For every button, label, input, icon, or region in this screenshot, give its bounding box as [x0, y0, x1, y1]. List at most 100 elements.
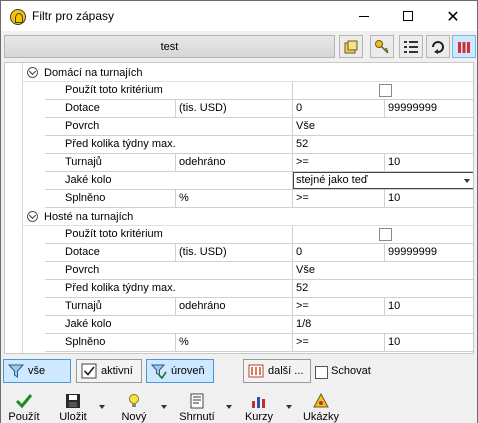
row-unit: (tis. USD): [176, 244, 293, 261]
close-button[interactable]: ✕: [430, 1, 476, 31]
rates-label: Kurzy: [244, 411, 274, 423]
summary-button[interactable]: Shrnutí: [177, 391, 217, 423]
examples-icon: [313, 393, 329, 408]
level-button[interactable]: úroveň: [146, 359, 214, 383]
minimize-button[interactable]: [341, 1, 387, 31]
level-label: úroveň: [171, 365, 205, 377]
value-field[interactable]: 10: [385, 334, 473, 351]
operator-field[interactable]: >=: [293, 298, 385, 315]
operator-field[interactable]: >=: [293, 334, 385, 351]
table-row: Povrch Vše: [45, 118, 473, 136]
row-unit: %: [176, 334, 293, 351]
check-icon: [81, 363, 97, 379]
use-criterion-checkbox[interactable]: [379, 228, 392, 241]
new-label: Nový: [121, 411, 147, 423]
criteria-grid: Domácí na turnajích Použít toto kritériu…: [4, 62, 474, 354]
chevron-down-icon[interactable]: [464, 179, 470, 183]
more-button[interactable]: další ...: [243, 359, 311, 383]
table-row: Dotace (tis. USD) 0 99999999: [45, 244, 473, 262]
section-title: Hosté na turnajích: [44, 210, 134, 223]
key-button[interactable]: [370, 35, 394, 58]
surface-field[interactable]: Vše: [293, 262, 473, 279]
active-label: aktivní: [101, 365, 133, 377]
filter-bar: vše aktivní úroveň další ...: [1, 357, 477, 385]
surface-field[interactable]: Vše: [293, 118, 473, 135]
chart-view-button[interactable]: [452, 35, 476, 58]
rates-dropdown-icon[interactable]: [286, 405, 292, 409]
save-dropdown-icon[interactable]: [99, 405, 105, 409]
new-dropdown-icon[interactable]: [161, 405, 167, 409]
save-button[interactable]: Uložit: [56, 391, 90, 423]
table-row: Turnajů odehráno >= 10: [45, 154, 473, 172]
key-icon: [375, 39, 389, 54]
value-from-field[interactable]: 0: [293, 244, 385, 261]
collapse-icon[interactable]: [27, 211, 38, 222]
maximize-icon: [403, 11, 413, 21]
row-label: Splněno: [45, 190, 176, 207]
operator-field[interactable]: >=: [293, 154, 385, 171]
summary-label: Shrnutí: [179, 411, 215, 423]
weeks-field[interactable]: 52: [293, 280, 473, 297]
row-label: Dotace: [45, 100, 176, 117]
table-row: Jaké kolo stejné jako teď: [45, 172, 473, 190]
columns-icon: [248, 364, 264, 378]
collapse-icon[interactable]: [27, 67, 38, 78]
summary-icon: [190, 393, 204, 409]
bottom-toolbar: Použít Uložit Nový Shrnutí Kurzy Ukázky: [1, 391, 477, 423]
examples-label: Ukázky: [302, 411, 340, 423]
table-row: Před kolika týdny max. 52: [45, 136, 473, 154]
filter-name-button[interactable]: test: [4, 35, 335, 58]
apply-button[interactable]: Použít: [7, 391, 41, 423]
row-unit: %: [176, 190, 293, 207]
rates-button[interactable]: Kurzy: [242, 391, 276, 423]
row-label: Jaké kolo: [45, 172, 293, 189]
use-criterion-checkbox[interactable]: [379, 84, 392, 97]
filter-check-icon: [151, 364, 167, 379]
bars-icon: [458, 41, 470, 53]
window-title: Filtr pro zápasy: [32, 9, 115, 23]
value-to-field[interactable]: 99999999: [385, 100, 473, 117]
minimize-icon: [359, 15, 369, 17]
section-title: Domácí na turnajích: [44, 66, 143, 79]
table-row: Před kolika týdny max. 52: [45, 280, 473, 298]
row-label: Povrch: [45, 262, 293, 279]
rotate-button[interactable]: [426, 35, 450, 58]
weeks-field[interactable]: 52: [293, 136, 473, 153]
row-unit: odehráno: [176, 298, 293, 315]
copy-filter-button[interactable]: [339, 35, 363, 58]
row-label: Povrch: [45, 118, 293, 135]
summary-dropdown-icon[interactable]: [226, 405, 232, 409]
value-field[interactable]: 10: [385, 298, 473, 315]
row-label: Dotace: [45, 244, 176, 261]
value-from-field[interactable]: 0: [293, 100, 385, 117]
value-field[interactable]: 10: [385, 154, 473, 171]
table-row: Turnajů odehráno >= 10: [45, 298, 473, 316]
row-label: Turnajů: [45, 298, 176, 315]
table-row: Splněno % >= 10: [45, 190, 473, 208]
row-label: Před kolika týdny max.: [45, 136, 293, 153]
row-label: Před kolika týdny max.: [45, 280, 293, 297]
list-icon: [404, 40, 418, 53]
maximize-button[interactable]: [385, 1, 431, 31]
round-select[interactable]: stejné jako teď: [293, 172, 473, 189]
list-settings-button[interactable]: [399, 35, 423, 58]
save-icon: [66, 394, 80, 408]
value-field[interactable]: 10: [385, 190, 473, 207]
table-row: Jaké kolo 1/8: [45, 316, 473, 334]
show-all-label: vše: [28, 365, 46, 377]
table-row: Použít toto kritérium: [45, 226, 473, 244]
round-field[interactable]: 1/8: [293, 316, 473, 333]
hide-label: Schovat: [331, 365, 371, 377]
section-header-home[interactable]: Domácí na turnajích: [23, 64, 473, 82]
row-label: Turnajů: [45, 154, 176, 171]
rotate-icon: [432, 40, 444, 54]
examples-button[interactable]: Ukázky: [301, 391, 341, 423]
value-to-field[interactable]: 99999999: [385, 244, 473, 261]
operator-field[interactable]: >=: [293, 190, 385, 207]
active-button[interactable]: aktivní: [76, 359, 142, 383]
section-header-away[interactable]: Hosté na turnajích: [23, 208, 473, 226]
show-all-button[interactable]: vše: [3, 359, 71, 383]
new-button[interactable]: Nový: [117, 391, 151, 423]
save-label: Uložit: [59, 411, 87, 423]
hide-checkbox[interactable]: [315, 366, 328, 379]
